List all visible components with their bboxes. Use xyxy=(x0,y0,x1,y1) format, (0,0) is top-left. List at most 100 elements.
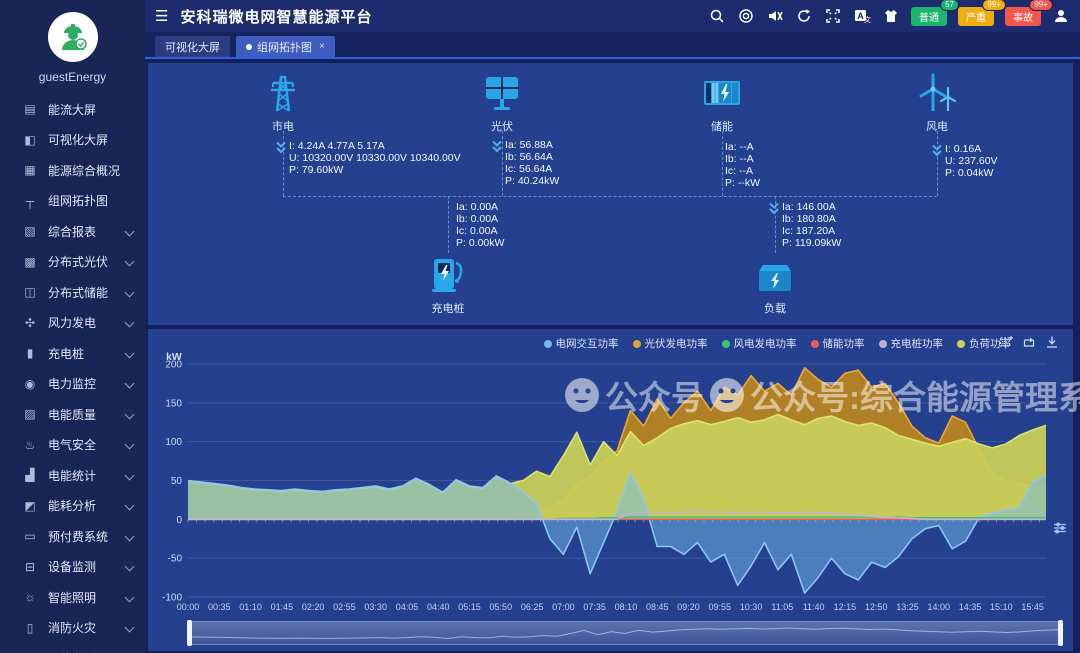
username: guestEnergy xyxy=(0,70,145,84)
chevron-down-icon xyxy=(125,226,135,236)
reading-line: P: 119.09kW xyxy=(782,237,841,249)
x-tick-label: 00:35 xyxy=(208,602,231,612)
sidebar-item-3[interactable]: ▦能源综合概况 xyxy=(0,155,145,186)
pv-icon: ▩ xyxy=(22,255,38,269)
reading-line: P: 0.04kW xyxy=(945,167,998,179)
node-readings-chongdianzhuang: Ia: 0.00AIb: 0.00AIc: 0.00AP: 0.00kW xyxy=(456,201,504,249)
x-tick-label: 05:50 xyxy=(490,602,513,612)
chevron-down-icon xyxy=(125,440,135,450)
smart-lighting-icon: ☼ xyxy=(22,590,38,604)
sidebar-item-16[interactable]: ⊟设备监测 xyxy=(0,552,145,583)
datazoom-slider[interactable] xyxy=(188,621,1062,645)
sidebar-item-6[interactable]: ▩分布式光伏 xyxy=(0,247,145,278)
x-tick-label: 07:35 xyxy=(583,602,606,612)
power-chart: 200150100500-50-10000:0000:3501:1001:450… xyxy=(148,329,1071,619)
x-tick-label: 12:50 xyxy=(865,602,888,612)
topology-node-guangfu[interactable]: 光伏 xyxy=(472,71,532,134)
top-bar: ☰ 安科瑞微电网智慧能源平台 A文 普通57 严重99+ xyxy=(145,0,1080,32)
chevron-down-icon xyxy=(125,318,135,328)
sidebar-item-5[interactable]: ▧综合报表 xyxy=(0,216,145,247)
x-tick-label: 11:05 xyxy=(771,602,793,612)
x-tick-label: 03:30 xyxy=(364,602,387,612)
fullscreen-icon[interactable] xyxy=(824,7,842,25)
electrical-safety-icon: ♨ xyxy=(22,438,38,452)
datazoom-left-handle[interactable] xyxy=(187,620,192,646)
sidebar-item-label: 可视化大屏 xyxy=(48,131,133,148)
dashed-connector xyxy=(283,196,937,197)
sidebar: guestEnergy ▤能流大屏◧可视化大屏▦能源综合概况┬组网拓扑图▧综合报… xyxy=(0,0,145,653)
tab-label: 组网拓扑图 xyxy=(257,39,312,55)
sidebar-item-label: 风力发电 xyxy=(48,314,122,331)
tab-1[interactable]: 可视化大屏 xyxy=(155,36,230,57)
power-tower-icon xyxy=(261,71,305,115)
fire-icon: ▯ xyxy=(22,621,38,635)
mute-icon[interactable] xyxy=(766,7,784,25)
sidebar-item-14[interactable]: ◩能耗分析 xyxy=(0,491,145,522)
main-area: ☰ 安科瑞微电网智慧能源平台 A文 普通57 严重99+ xyxy=(145,0,1080,653)
sidebar-item-10[interactable]: ◉电力监控 xyxy=(0,369,145,400)
topology-node-chuneng[interactable]: 储能 xyxy=(692,71,752,134)
power-monitor-icon: ◉ xyxy=(22,377,38,391)
device-monitor-icon: ⊟ xyxy=(22,560,38,574)
sidebar-item-13[interactable]: ▟电能统计 xyxy=(0,460,145,491)
sidebar-item-4[interactable]: ┬组网拓扑图 xyxy=(0,186,145,217)
topology-node-shidian[interactable]: 市电 xyxy=(253,71,313,134)
sidebar-item-label: 能耗分析 xyxy=(48,497,122,514)
sidebar-item-17[interactable]: ☼智能照明 xyxy=(0,582,145,613)
close-icon[interactable]: × xyxy=(319,41,325,52)
reading-line: P: 40.24kW xyxy=(505,175,559,187)
help-target-icon[interactable] xyxy=(737,7,755,25)
sidebar-item-label: 预付费系统 xyxy=(48,528,122,545)
sidebar-item-18[interactable]: ▯ 消防火灾 xyxy=(0,613,145,644)
sidebar-item-2[interactable]: ◧可视化大屏 xyxy=(0,125,145,156)
charging-pile-icon xyxy=(426,253,470,297)
sidebar-item-8[interactable]: ✣风力发电 xyxy=(0,308,145,339)
topology-node-fengdian[interactable]: 风电 xyxy=(907,71,967,134)
sidebar-item-12[interactable]: ♨电气安全 xyxy=(0,430,145,461)
alarm-pill-accident[interactable]: 事故99+ xyxy=(1005,7,1041,26)
sidebar-item-label: 分布式储能 xyxy=(48,284,122,301)
reading-line: Ic: 187.20A xyxy=(782,225,841,237)
x-tick-label: 02:20 xyxy=(302,602,325,612)
sidebar-item-15[interactable]: ▭ 预付费系统 xyxy=(0,521,145,552)
top-icons: A文 普通57 严重99+ 事故99+ xyxy=(708,7,1070,26)
search-icon[interactable] xyxy=(708,7,726,25)
avatar[interactable] xyxy=(48,12,98,62)
theme-shirt-icon[interactable] xyxy=(882,7,900,25)
load-box-icon xyxy=(753,253,797,297)
sidebar-menu: ▤能流大屏◧可视化大屏▦能源综合概况┬组网拓扑图▧综合报表▩分布式光伏◫分布式储… xyxy=(0,94,145,653)
sidebar-item-9[interactable]: ▮充电桩 xyxy=(0,338,145,369)
prepaid-icon: ▭ xyxy=(22,529,38,543)
reading-line: Ib: --A xyxy=(725,153,760,165)
user-icon[interactable] xyxy=(1052,7,1070,25)
node-readings-chuneng: Ia: --AIb: --AIc: --AP: --kW xyxy=(725,141,760,189)
sidebar-item-1[interactable]: ▤能流大屏 xyxy=(0,94,145,125)
alarm-pill-serious[interactable]: 严重99+ xyxy=(958,7,994,26)
sidebar-item-label: 能流大屏 xyxy=(48,101,133,118)
datazoom-toggle-icon[interactable] xyxy=(1053,521,1067,535)
x-tick-label: 01:10 xyxy=(239,602,262,612)
y-tick-label: 200 xyxy=(165,360,182,371)
reading-line: Ib: 180.80A xyxy=(782,213,841,225)
dashed-connector xyxy=(283,131,284,196)
chevron-down-icon xyxy=(125,501,135,511)
datazoom-right-handle[interactable] xyxy=(1058,620,1063,646)
x-tick-label: 09:55 xyxy=(709,602,732,612)
reading-line: Ic: --A xyxy=(725,165,760,177)
energy-stats-icon: ▟ xyxy=(22,468,38,482)
hamburger-icon[interactable]: ☰ xyxy=(155,7,168,25)
sidebar-item-7[interactable]: ◫分布式储能 xyxy=(0,277,145,308)
sidebar-item-19[interactable]: ☁环境监测 xyxy=(0,643,145,653)
tab-2[interactable]: 组网拓扑图 × xyxy=(236,36,335,57)
sidebar-item-label: 消防火灾 xyxy=(48,619,122,636)
dashed-connector xyxy=(775,196,776,253)
refresh-icon[interactable] xyxy=(795,7,813,25)
sidebar-item-11[interactable]: ▨电能质量 xyxy=(0,399,145,430)
topology-node-chongdianzhuang[interactable]: 充电桩 xyxy=(418,253,478,316)
y-tick-label: 150 xyxy=(165,398,182,409)
alarm-pill-normal[interactable]: 普通57 xyxy=(911,7,947,26)
topology-node-fuzai[interactable]: 负载 xyxy=(745,253,805,316)
reading-line: I: 4.24A 4.77A 5.17A xyxy=(289,140,461,152)
translate-icon[interactable]: A文 xyxy=(853,7,871,25)
chevron-down-icon xyxy=(125,470,135,480)
